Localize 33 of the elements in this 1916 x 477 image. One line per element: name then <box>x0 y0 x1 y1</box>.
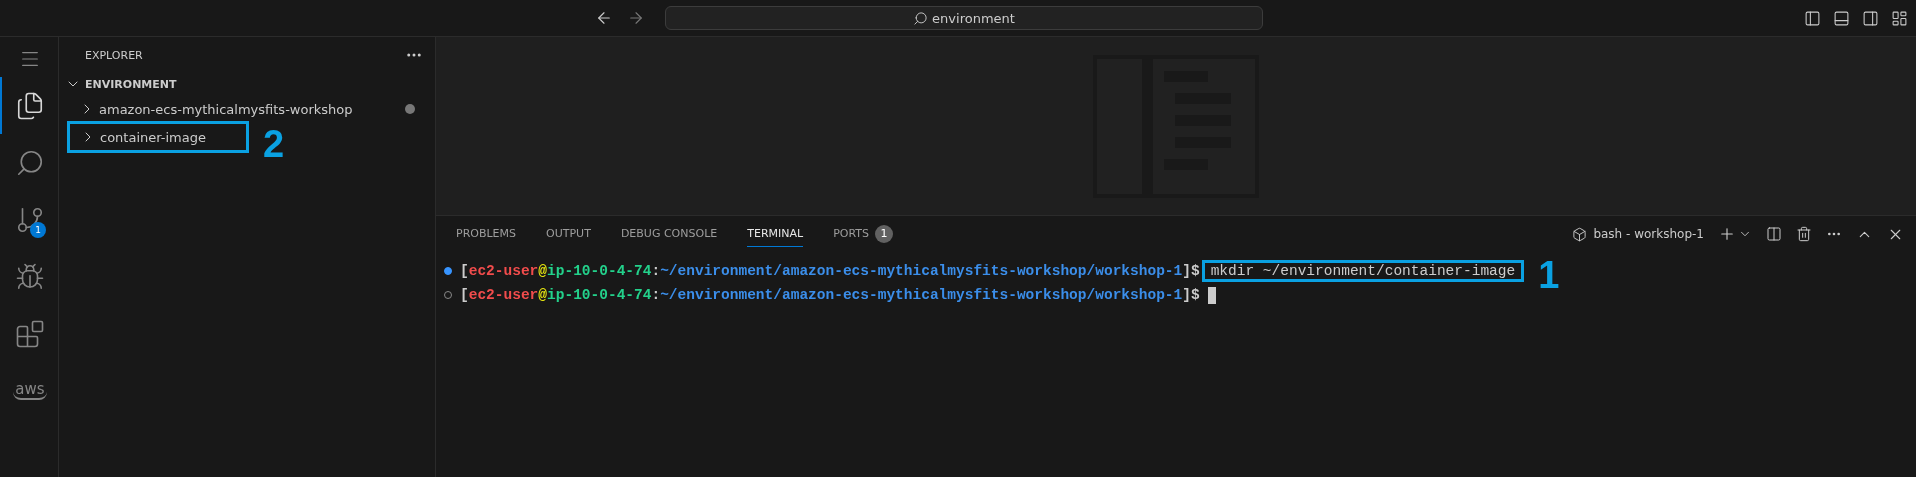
sidebar-title: EXPLORER <box>85 48 143 62</box>
section-title: ENVIRONMENT <box>85 77 177 91</box>
new-terminal-icon[interactable] <box>1718 225 1736 243</box>
terminal-icon <box>1572 226 1588 242</box>
split-icon[interactable] <box>1766 226 1782 242</box>
forward-arrow-icon[interactable] <box>627 9 645 27</box>
files-icon[interactable] <box>15 90 45 121</box>
panel-tab[interactable]: TERMINAL <box>747 221 804 247</box>
terminal-command: mkdir ~/environment/container-image <box>1201 260 1525 282</box>
search-icon <box>913 10 929 26</box>
panel-toggle-icon[interactable] <box>1833 9 1850 27</box>
panel-tab[interactable]: PORTS 1 <box>833 218 893 250</box>
folder-name[interactable]: amazon-ecs-mythicalmysfits-workshop <box>99 101 353 117</box>
primary-sidebar-toggle-icon[interactable] <box>1804 9 1821 27</box>
panel-tab[interactable]: PROBLEMS <box>456 221 517 247</box>
command-center-search[interactable]: environment <box>665 6 1263 30</box>
folder-name[interactable]: container-image <box>100 129 206 145</box>
count-badge: 1 <box>875 224 893 243</box>
bug-icon[interactable] <box>15 261 45 292</box>
terminal-prompt: [ec2-user@ip-10-0-4-74:~/environment/amazon-ecs-mythicalmysfits-workshop/workshop-1]$ <box>460 287 1200 303</box>
section-header[interactable]: ENVIRONMENT <box>59 73 435 95</box>
terminal-name[interactable]: bash - workshop-1 <box>1593 227 1704 241</box>
terminal-prompt: [ec2-user@ip-10-0-4-74:~/environment/amazon-ecs-mythicalmysfits-workshop/workshop-1]$ <box>460 263 1200 279</box>
layout-icon[interactable] <box>1891 9 1908 27</box>
step-number: 1 <box>1538 260 1560 290</box>
panel-tab[interactable]: OUTPUT <box>546 221 591 247</box>
trash-icon[interactable] <box>1796 226 1812 242</box>
panel-tab[interactable]: DEBUG CONSOLE <box>620 221 718 247</box>
count-badge: 1 <box>30 222 46 238</box>
aws-logo[interactable]: aws <box>13 381 47 400</box>
secondary-sidebar-toggle-icon[interactable] <box>1862 9 1879 27</box>
step-number: 2 <box>262 129 285 159</box>
blocks-icon[interactable] <box>15 318 45 349</box>
